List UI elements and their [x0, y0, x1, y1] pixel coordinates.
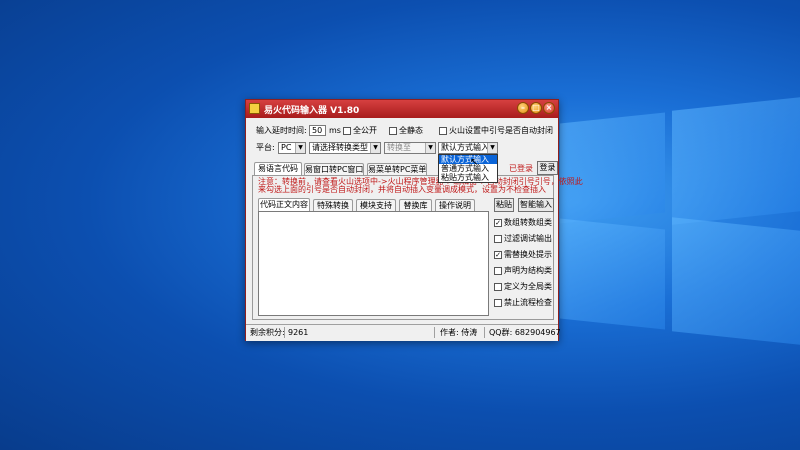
all-static-label: 全静态 — [399, 126, 423, 135]
window-title: 易火代码输入器 V1.80 — [264, 106, 360, 116]
qq-group-text: QQ群: 682904967 — [489, 328, 561, 337]
input-mode-dropdown: 默认方式输入 普通方式输入 粘贴方式输入 — [438, 154, 498, 183]
auto-close-quotes-checkbox[interactable] — [439, 127, 447, 135]
chevron-down-icon: ▼ — [370, 143, 380, 153]
notice-line-2: 来勾选上面的引号是否自动封闭，并将自动插入变量调成模式，设置为不检查插入 — [258, 185, 546, 194]
option-label-5: 禁止流程检查 — [504, 298, 552, 307]
platform-value: PC — [281, 143, 292, 152]
code-content-textarea[interactable] — [258, 211, 489, 316]
maximize-button[interactable]: □ — [530, 102, 542, 114]
option-checkbox-5[interactable] — [494, 299, 502, 307]
app-icon — [249, 103, 260, 114]
subtab-special-convert[interactable]: 特殊转换 — [313, 199, 353, 211]
status-separator — [484, 327, 485, 338]
option-label-2: 需替换处提示 — [504, 250, 552, 259]
status-separator — [284, 327, 285, 338]
subtab-instructions[interactable]: 操作说明 — [435, 199, 475, 211]
platform-label: 平台: — [256, 143, 275, 152]
mouse-cursor-icon: ↖ — [470, 157, 479, 168]
login-button[interactable]: 登录 — [537, 161, 558, 175]
option-label-3: 声明为结构类 — [504, 266, 552, 275]
paste-button[interactable]: 粘贴 — [494, 198, 514, 212]
status-separator — [434, 327, 435, 338]
delay-unit: ms — [329, 126, 341, 135]
auto-close-quotes-label: 火山设置中引号是否自动封闭 — [449, 126, 553, 135]
convert-to-select: 转换至 ▼ — [384, 142, 436, 154]
points-value: 9261 — [288, 328, 309, 337]
all-static-checkbox[interactable] — [389, 127, 397, 135]
option-checkbox-1[interactable] — [494, 235, 502, 243]
tab-menu-to-pc[interactable]: 易菜单转PC菜单 — [367, 163, 427, 175]
app-window: 易火代码输入器 V1.80 – □ × 输入延时时间: 50 ms 全公开 全静… — [245, 99, 583, 341]
input-mode-option-2[interactable]: 粘贴方式输入 — [439, 173, 497, 182]
subtab-module-support[interactable]: 模块支持 — [356, 199, 396, 211]
delay-label: 输入延时时间: — [256, 126, 307, 135]
windows-logo-pane-bottom-right — [672, 217, 800, 345]
status-bar: 剩余积分: 9261 作者: 侍涛 QQ群: 682904967 — [246, 324, 561, 341]
input-mode-select[interactable]: 默认方式输入 ▼ — [438, 142, 498, 154]
option-checkbox-0[interactable]: ✓ — [494, 219, 502, 227]
chevron-down-icon: ▼ — [295, 143, 305, 153]
title-bar[interactable]: 易火代码输入器 V1.80 – □ × — [246, 100, 558, 118]
smart-input-button[interactable]: 智能输入 — [518, 198, 554, 212]
option-checkbox-3[interactable] — [494, 267, 502, 275]
input-mode-option-1[interactable]: 普通方式输入 — [439, 164, 497, 173]
input-mode-option-0[interactable]: 默认方式输入 — [439, 155, 497, 164]
input-mode-value: 默认方式输入 — [441, 143, 489, 152]
convert-type-select[interactable]: 请选择转换类型 ▼ — [309, 142, 381, 154]
delay-input[interactable]: 50 — [309, 125, 326, 136]
option-label-1: 过滤调试输出 — [504, 234, 552, 243]
chevron-down-icon: ▼ — [425, 143, 435, 153]
login-status: 已登录 — [509, 164, 533, 173]
author-text: 作者: 侍涛 — [440, 328, 478, 337]
minimize-button[interactable]: – — [517, 102, 529, 114]
points-label: 剩余积分: — [250, 328, 285, 337]
option-checkbox-2[interactable]: ✓ — [494, 251, 502, 259]
subtab-replace-lib[interactable]: 替换库 — [399, 199, 432, 211]
option-label-4: 定义为全局类 — [504, 282, 552, 291]
all-public-checkbox[interactable] — [343, 127, 351, 135]
option-checkbox-4[interactable] — [494, 283, 502, 291]
option-label-0: 数组转数组类 — [504, 218, 552, 227]
chevron-down-icon: ▼ — [487, 143, 497, 153]
subtab-code-content[interactable]: 代码正文内容 — [258, 198, 310, 211]
tab-easy-language-code[interactable]: 易语言代码 — [254, 162, 302, 175]
close-button[interactable]: × — [543, 102, 555, 114]
windows-logo-pane-top-right — [672, 97, 800, 225]
platform-select[interactable]: PC ▼ — [278, 142, 306, 154]
convert-to-value: 转换至 — [387, 143, 411, 152]
windows-logo-pane-bottom-left — [560, 218, 665, 330]
tab-window-to-pc[interactable]: 易窗口转PC窗口 — [304, 163, 364, 175]
all-public-label: 全公开 — [353, 126, 377, 135]
convert-type-value: 请选择转换类型 — [312, 143, 368, 152]
windows-logo-pane-top-left — [560, 112, 665, 224]
